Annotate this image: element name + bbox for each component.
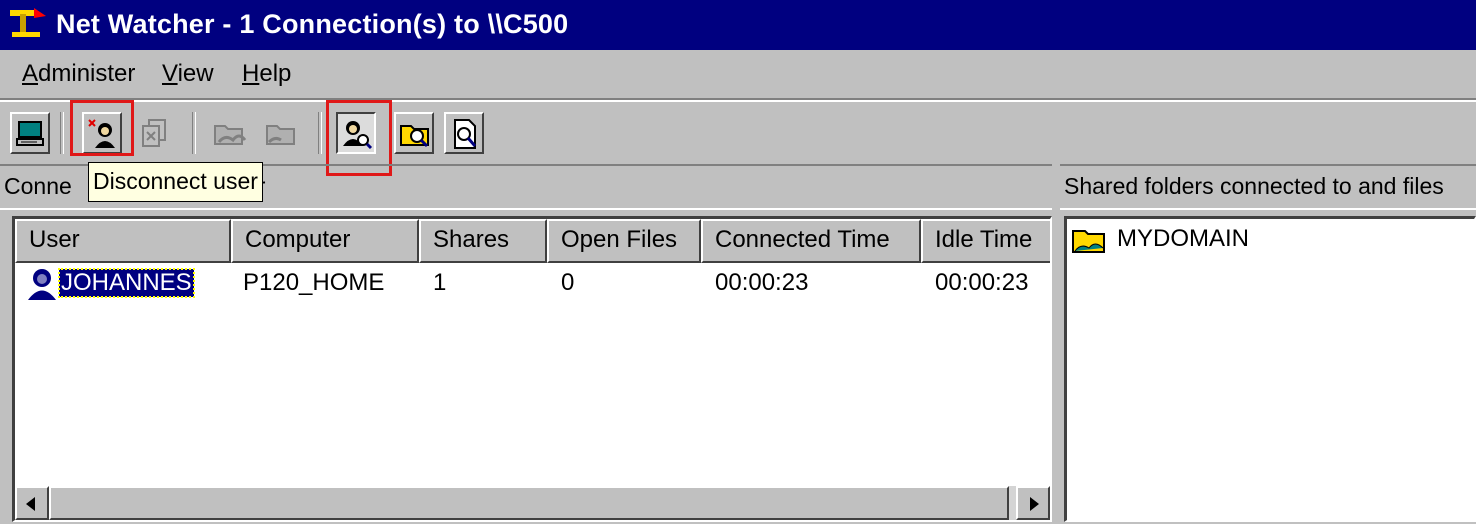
connections-list[interactable]: User Computer Shares Open Files Connecte… xyxy=(12,216,1052,522)
close-file-button[interactable] xyxy=(136,112,176,154)
column-header-open-files[interactable]: Open Files xyxy=(547,219,701,263)
toolbar-separator xyxy=(192,112,196,154)
stop-sharing-icon xyxy=(266,125,295,145)
cell-user: JOHANNES xyxy=(58,268,195,298)
panel-splitter[interactable] xyxy=(1052,164,1058,524)
window-title: Net Watcher - 1 Connection(s) to \\C500 xyxy=(56,9,569,39)
show-files-button[interactable] xyxy=(444,112,484,154)
cell-idle-time: 00:00:23 xyxy=(935,269,1029,296)
scroll-left-button[interactable] xyxy=(15,486,49,520)
shared-folders-panel-header: Shared folders connected to and files xyxy=(1060,164,1476,210)
column-header-shares[interactable]: Shares xyxy=(419,219,547,263)
connections-header-start: Conne xyxy=(4,173,72,199)
shared-folder-icon xyxy=(1072,230,1105,253)
scroll-right-button[interactable] xyxy=(1016,486,1050,520)
show-users-icon xyxy=(343,121,373,150)
menu-view[interactable]: View xyxy=(162,60,214,88)
shared-folders-list[interactable]: MYDOMAIN xyxy=(1064,216,1476,522)
add-share-button[interactable] xyxy=(208,112,248,154)
disconnect-user-button[interactable] xyxy=(82,112,122,154)
show-shared-folders-button[interactable] xyxy=(394,112,434,154)
column-header-user[interactable]: User xyxy=(15,219,231,263)
menu-help[interactable]: Help xyxy=(242,60,291,88)
show-users-button[interactable] xyxy=(336,112,376,154)
close-file-icon xyxy=(142,119,166,147)
cell-shares: 1 xyxy=(433,269,447,296)
menu-administer[interactable]: Administer xyxy=(22,60,135,88)
scrollbar-thumb[interactable] xyxy=(49,486,1009,520)
title-bar: Net Watcher - 1 Connection(s) to \\C500 xyxy=(0,0,1476,50)
column-header-idle-time[interactable]: Idle Time xyxy=(921,219,1050,263)
disconnect-user-icon xyxy=(88,119,115,148)
toolbar-separator xyxy=(60,112,64,154)
net-watcher-icon xyxy=(10,8,46,37)
select-server-icon xyxy=(16,121,44,146)
add-share-icon xyxy=(214,125,247,145)
horizontal-scrollbar[interactable] xyxy=(15,486,1050,520)
tooltip: Disconnect user xyxy=(88,162,263,202)
show-files-icon xyxy=(454,119,477,149)
cell-connected-time: 00:00:23 xyxy=(715,269,809,296)
toolbar xyxy=(0,100,1476,166)
column-header-computer[interactable]: Computer xyxy=(231,219,419,263)
toolbar-separator xyxy=(318,112,322,154)
cell-computer: P120_HOME xyxy=(243,269,385,296)
stop-sharing-button[interactable] xyxy=(260,112,300,154)
menu-bar: Administer View Help xyxy=(0,50,1476,100)
show-shared-folders-icon xyxy=(400,125,429,148)
user-icon xyxy=(28,269,56,300)
folder-label: MYDOMAIN xyxy=(1117,225,1249,252)
column-header-connected-time[interactable]: Connected Time xyxy=(701,219,921,263)
cell-open-files: 0 xyxy=(561,269,575,296)
select-server-button[interactable] xyxy=(10,112,50,154)
